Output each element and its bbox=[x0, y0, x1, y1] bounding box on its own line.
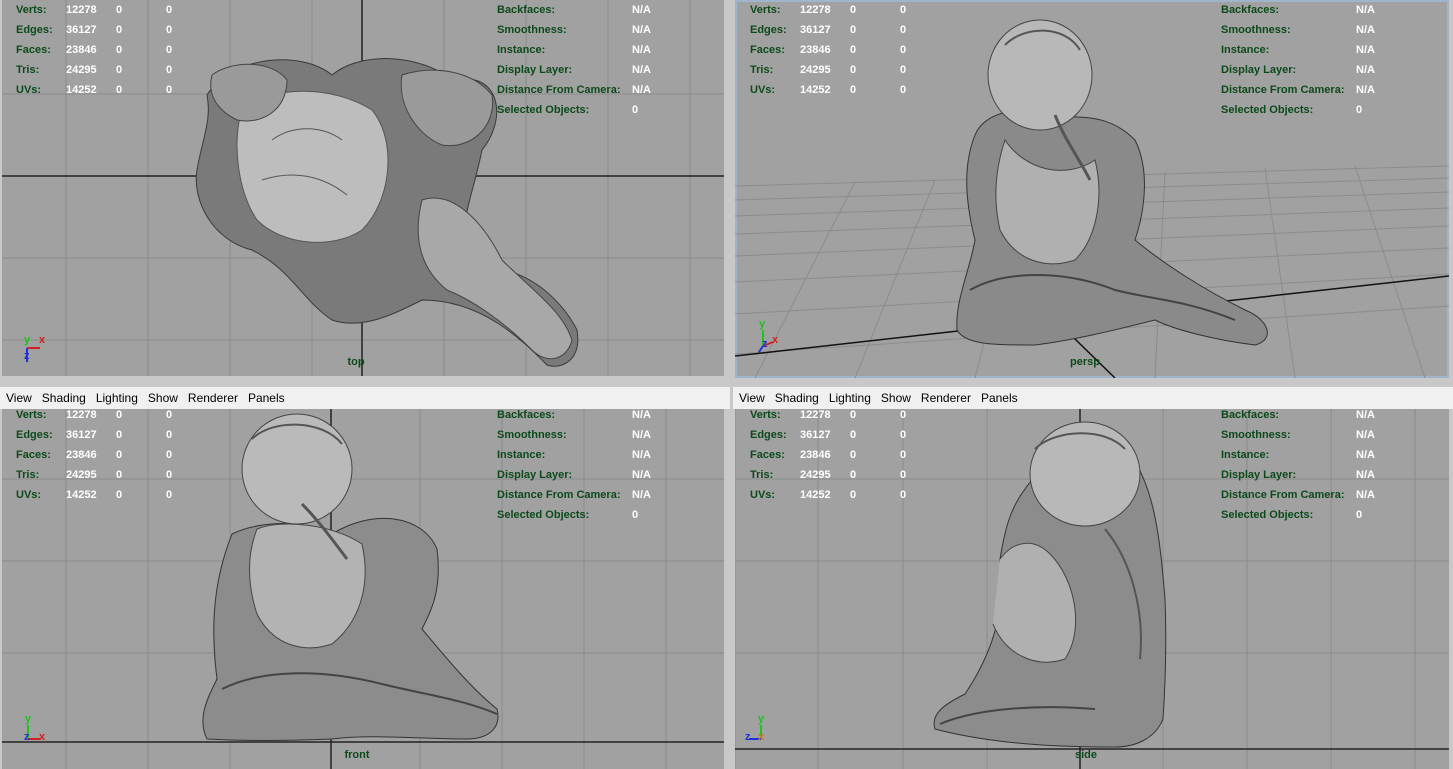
hud-row-uvs: UVs: 14252 0 0 bbox=[16, 84, 173, 96]
hud-row-display-layer: Display Layer: N/A bbox=[1221, 64, 1375, 76]
hud-row-instance: Instance: N/A bbox=[497, 449, 651, 461]
hud-row-tris: Tris: 24295 0 0 bbox=[750, 469, 907, 481]
hud-row-uvs: UVs: 14252 0 0 bbox=[750, 489, 907, 501]
axis-gizmo-front: y z x bbox=[22, 713, 62, 747]
menu-lighting[interactable]: Lighting bbox=[829, 391, 871, 405]
hud-row-edges: Edges: 36127 0 0 bbox=[16, 429, 173, 441]
viewport-label-top: top bbox=[347, 356, 365, 368]
axis-gizmo-side: y z x bbox=[743, 713, 783, 747]
viewport-side[interactable]: Verts: 12278 0 0 Edges: 36127 0 0 Faces: 23846 0… bbox=[735, 409, 1449, 769]
viewport-label-side: side bbox=[1074, 749, 1098, 761]
menu-shading[interactable]: Shading bbox=[775, 391, 819, 405]
hud-row-verts: Verts: 12278 0 0 bbox=[750, 409, 907, 421]
menu-shading[interactable]: Shading bbox=[42, 391, 86, 405]
hud-row-uvs: UVs: 14252 0 0 bbox=[750, 84, 907, 96]
panel-menubar-side: View Shading Lighting Show Renderer Pane… bbox=[733, 387, 1453, 409]
hud-row-edges: Edges: 36127 0 0 bbox=[750, 24, 907, 36]
hud-poly-count-front: Verts: 12278 0 0 Edges: 36127 0 0 Faces: 23846 0… bbox=[16, 409, 236, 505]
viewport-top[interactable]: Verts: 12278 0 0 Edges: 36127 0 0 Faces: 23846 0… bbox=[2, 0, 724, 376]
menu-panels[interactable]: Panels bbox=[248, 391, 285, 405]
menu-renderer[interactable]: Renderer bbox=[921, 391, 971, 405]
menu-lighting[interactable]: Lighting bbox=[96, 391, 138, 405]
hud-poly-count-top: Verts: 12278 0 0 Edges: 36127 0 0 Faces: 23846 0… bbox=[16, 0, 236, 100]
hud-row-distance: Distance From Camera: N/A bbox=[497, 489, 651, 501]
hud-row-tris: Tris: 24295 0 0 bbox=[16, 64, 173, 76]
viewport-label-persp: persp bbox=[1070, 356, 1100, 368]
hud-row-verts: Verts: 12278 0 0 bbox=[16, 409, 173, 421]
hud-object-info-side: Backfaces: N/A Smoothness: N/A Instance: N/… bbox=[1221, 409, 1441, 525]
hud-row-display-layer: Display Layer: N/A bbox=[1221, 469, 1375, 481]
hud-row-edges: Edges: 36127 0 0 bbox=[750, 429, 907, 441]
hud-row-edges: Edges: 36127 0 0 bbox=[16, 24, 173, 36]
hud-row-instance: Instance: N/A bbox=[1221, 44, 1375, 56]
hud-poly-count-side: Verts: 12278 0 0 Edges: 36127 0 0 Faces: 23846 0… bbox=[750, 409, 970, 505]
hud-row-display-layer: Display Layer: N/A bbox=[497, 469, 651, 481]
hud-row-smoothness: Smoothness: N/A bbox=[497, 24, 651, 36]
hud-row-distance: Distance From Camera: N/A bbox=[1221, 84, 1375, 96]
hud-row-backfaces: Backfaces: N/A bbox=[1221, 4, 1375, 16]
hud-object-info-front: Backfaces: N/A Smoothness: N/A Instance: N/… bbox=[497, 409, 717, 525]
hud-row-backfaces: Backfaces: N/A bbox=[1221, 409, 1375, 421]
menu-panels[interactable]: Panels bbox=[981, 391, 1018, 405]
hud-poly-count-persp: Verts: 12278 0 0 Edges: 36127 0 0 Faces: 23846 0… bbox=[750, 0, 970, 100]
hud-row-display-layer: Display Layer: N/A bbox=[497, 64, 651, 76]
menu-show[interactable]: Show bbox=[148, 391, 178, 405]
panel-menubar-front: View Shading Lighting Show Renderer Pane… bbox=[0, 387, 730, 409]
menu-view[interactable]: View bbox=[6, 391, 32, 405]
viewport-front[interactable]: Verts: 12278 0 0 Edges: 36127 0 0 Faces: 23846 0… bbox=[2, 409, 724, 769]
hud-row-instance: Instance: N/A bbox=[497, 44, 651, 56]
hud-row-verts: Verts: 12278 0 0 bbox=[750, 4, 907, 16]
hud-row-selected: Selected Objects: 0 bbox=[497, 104, 639, 116]
menu-view[interactable]: View bbox=[739, 391, 765, 405]
hud-row-faces: Faces: 23846 0 0 bbox=[16, 449, 173, 461]
hud-row-smoothness: Smoothness: N/A bbox=[497, 429, 651, 441]
menu-show[interactable]: Show bbox=[881, 391, 911, 405]
hud-row-smoothness: Smoothness: N/A bbox=[1221, 429, 1375, 441]
hud-row-backfaces: Backfaces: N/A bbox=[497, 4, 651, 16]
axis-gizmo-top: y x z bbox=[22, 334, 52, 366]
hud-row-verts: Verts: 12278 0 0 bbox=[16, 4, 173, 16]
hud-row-selected: Selected Objects: 0 bbox=[1221, 509, 1363, 521]
hud-row-selected: Selected Objects: 0 bbox=[1221, 104, 1363, 116]
hud-row-selected: Selected Objects: 0 bbox=[497, 509, 639, 521]
axis-gizmo-persp: y z x bbox=[757, 318, 797, 358]
hud-row-uvs: UVs: 14252 0 0 bbox=[16, 489, 173, 501]
viewport-persp[interactable]: Verts: 12278 0 0 Edges: 36127 0 0 Faces: 23846 0… bbox=[735, 0, 1449, 378]
hud-row-faces: Faces: 23846 0 0 bbox=[750, 449, 907, 461]
hud-row-tris: Tris: 24295 0 0 bbox=[750, 64, 907, 76]
hud-row-distance: Distance From Camera: N/A bbox=[497, 84, 651, 96]
hud-row-backfaces: Backfaces: N/A bbox=[497, 409, 651, 421]
viewport-label-front: front bbox=[344, 749, 370, 761]
hud-object-info-top: Backfaces: N/A Smoothness: N/A Instance: N/… bbox=[497, 0, 717, 120]
hud-row-tris: Tris: 24295 0 0 bbox=[16, 469, 173, 481]
menu-renderer[interactable]: Renderer bbox=[188, 391, 238, 405]
hud-row-smoothness: Smoothness: N/A bbox=[1221, 24, 1375, 36]
hud-row-distance: Distance From Camera: N/A bbox=[1221, 489, 1375, 501]
hud-row-faces: Faces: 23846 0 0 bbox=[750, 44, 907, 56]
hud-object-info-persp: Backfaces: N/A Smoothness: N/A Instance: N/… bbox=[1221, 0, 1441, 120]
hud-row-faces: Faces: 23846 0 0 bbox=[16, 44, 173, 56]
cherub-statue-model-front bbox=[202, 413, 499, 741]
hud-row-instance: Instance: N/A bbox=[1221, 449, 1375, 461]
